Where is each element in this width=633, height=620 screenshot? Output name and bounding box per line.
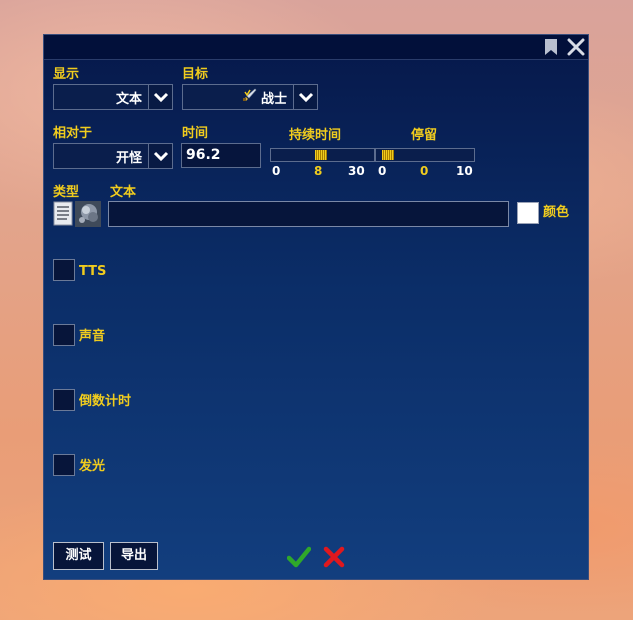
display-label: 显示 (53, 67, 80, 82)
text-document-icon[interactable] (53, 201, 75, 227)
tts-label: TTS (79, 264, 107, 279)
sword-icon (242, 87, 258, 107)
text-label: 文本 (110, 185, 137, 200)
duration-slider[interactable] (270, 148, 375, 162)
glow-label: 发光 (79, 459, 106, 474)
bookmark-icon[interactable] (542, 38, 560, 56)
countdown-label: 倒数计时 (79, 394, 132, 409)
display-dropdown[interactable]: 文本 (53, 84, 173, 110)
stay-value: 0 (420, 164, 429, 178)
test-button[interactable]: 测试 (53, 542, 104, 570)
title-bar (44, 35, 588, 60)
stay-max: 10 (456, 164, 473, 178)
chevron-down-icon[interactable] (148, 85, 172, 109)
tts-checkbox[interactable] (53, 259, 75, 281)
editor-dialog: 显示 文本 目标 战士 相对于 开怪 时间 96.2 持续时间 0 8 30 停… (43, 34, 589, 580)
time-label: 时间 (182, 126, 209, 141)
stay-slider-thumb[interactable] (382, 150, 394, 160)
type-label: 类型 (53, 185, 80, 200)
export-button[interactable]: 导出 (110, 542, 158, 570)
close-icon[interactable] (566, 38, 585, 56)
sound-checkbox[interactable] (53, 324, 75, 346)
sound-label: 声音 (79, 329, 106, 344)
target-value: 战士 (260, 91, 287, 107)
type-selector[interactable] (53, 201, 101, 227)
stay-min: 0 (378, 164, 387, 178)
texture-icon[interactable] (75, 201, 101, 227)
checkmark-icon[interactable] (286, 546, 312, 572)
color-label: 颜色 (543, 205, 570, 220)
duration-label: 持续时间 (289, 128, 342, 143)
duration-max: 30 (348, 164, 365, 178)
target-dropdown[interactable]: 战士 (182, 84, 318, 110)
color-swatch[interactable] (517, 202, 539, 224)
time-input[interactable]: 96.2 (181, 143, 261, 168)
text-input[interactable] (108, 201, 509, 227)
chevron-down-icon[interactable] (148, 144, 172, 168)
duration-min: 0 (272, 164, 281, 178)
glow-checkbox[interactable] (53, 454, 75, 476)
countdown-checkbox[interactable] (53, 389, 75, 411)
relative-value: 开怪 (115, 150, 142, 166)
target-label: 目标 (182, 67, 209, 82)
relative-dropdown[interactable]: 开怪 (53, 143, 173, 169)
stay-label: 停留 (411, 128, 438, 143)
display-value: 文本 (115, 91, 142, 107)
duration-value: 8 (314, 164, 323, 178)
chevron-down-icon[interactable] (293, 85, 317, 109)
x-icon[interactable] (323, 546, 345, 572)
stay-slider[interactable] (375, 148, 475, 162)
duration-slider-thumb[interactable] (315, 150, 327, 160)
relative-label: 相对于 (53, 126, 93, 141)
